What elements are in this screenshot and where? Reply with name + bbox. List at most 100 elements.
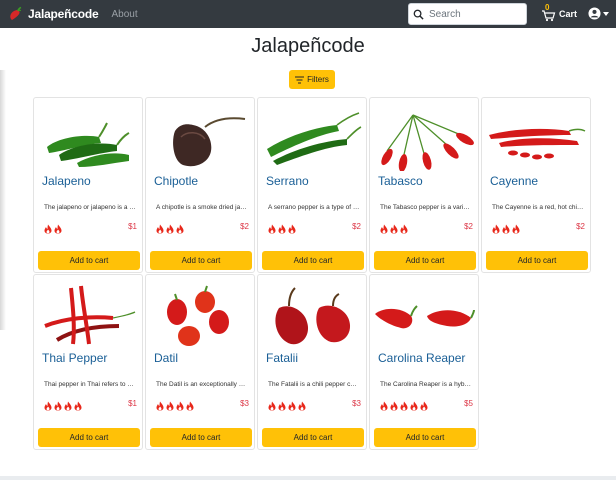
product-card[interactable]: Datil The Datil is an exceptionally hot p…: [145, 274, 255, 450]
account-menu[interactable]: [588, 7, 609, 20]
heat-rating: [44, 398, 84, 411]
flame-icon: [268, 221, 276, 234]
heat-rating: [268, 398, 308, 411]
product-description: A serrano pepper is a type of chili pepp…: [268, 204, 360, 211]
product-price: $2: [464, 222, 473, 231]
flame-icon: [176, 221, 184, 234]
tabasco-photo[interactable]: [373, 101, 475, 172]
serrano-photo[interactable]: [261, 101, 363, 171]
add-to-cart-button[interactable]: Add to cart: [262, 428, 364, 447]
product-price: $3: [240, 399, 249, 408]
product-name-link[interactable]: Datil: [154, 351, 178, 365]
heat-rating: [156, 398, 196, 411]
flame-icon: [54, 221, 62, 234]
page-bottom-edge: [0, 476, 616, 480]
flame-icon: [54, 398, 62, 411]
product-card[interactable]: Chipotle A chipotle is a smoke dried jala…: [145, 97, 255, 273]
thai-pepper-photo[interactable]: [37, 278, 139, 348]
product-price: $2: [240, 222, 249, 231]
add-to-cart-button[interactable]: Add to cart: [38, 428, 140, 447]
flame-icon: [268, 398, 276, 411]
product-card[interactable]: Jalapeno The jalapeno or jalapeno is a me…: [33, 97, 143, 273]
product-card[interactable]: Tabasco The Tabasco pepper is a variety o…: [369, 97, 479, 273]
flame-icon: [288, 398, 296, 411]
add-to-cart-button[interactable]: Add to cart: [374, 428, 476, 447]
carolina-reaper-photo[interactable]: [373, 278, 475, 348]
product-price: $5: [464, 399, 473, 408]
product-description: The jalapeno or jalapeno is a medium-siz…: [44, 204, 136, 211]
add-to-cart-button[interactable]: Add to cart: [374, 251, 476, 270]
cart-button[interactable]: 0 Cart: [541, 3, 578, 24]
add-to-cart-button[interactable]: Add to cart: [38, 251, 140, 270]
product-card[interactable]: Carolina Reaper The Carolina Reaper is a …: [369, 274, 479, 450]
product-card[interactable]: Fatalii The Fatalii is a chili pepper cul…: [257, 274, 367, 450]
datil-photo[interactable]: [149, 278, 251, 348]
flame-icon: [410, 398, 418, 411]
heat-rating: [156, 221, 186, 234]
filters-button[interactable]: Filters: [289, 70, 335, 89]
nav-about-link[interactable]: About: [112, 9, 138, 20]
flame-icon: [502, 221, 510, 234]
search-icon: [413, 9, 424, 20]
product-name-link[interactable]: Thai Pepper: [42, 351, 107, 365]
flame-icon: [400, 221, 408, 234]
brand[interactable]: Jalapeñcode: [7, 6, 99, 22]
brand-name: Jalapeñcode: [28, 7, 99, 21]
heat-rating: [380, 221, 410, 234]
flame-icon: [390, 398, 398, 411]
side-panel-edge: [0, 70, 6, 330]
flame-icon: [166, 398, 174, 411]
product-name-link[interactable]: Chipotle: [154, 174, 198, 188]
chipotle-photo[interactable]: [149, 101, 251, 171]
product-name-link[interactable]: Fatalii: [266, 351, 298, 365]
flame-icon: [64, 398, 72, 411]
add-to-cart-button[interactable]: Add to cart: [150, 428, 252, 447]
flame-icon: [512, 221, 520, 234]
product-description: A chipotle is a smoke dried jalapeno: [156, 204, 248, 211]
cart-count-badge: 0: [545, 3, 550, 12]
product-name-link[interactable]: Cayenne: [490, 174, 538, 188]
product-description: The Datil is an exceptionally hot pepper: [156, 381, 248, 388]
cart-icon-wrap: 0: [541, 3, 556, 22]
chili-logo-icon: [10, 6, 22, 20]
heat-rating: [492, 221, 522, 234]
add-to-cart-button[interactable]: Add to cart: [262, 251, 364, 270]
flame-icon: [186, 398, 194, 411]
flame-icon: [492, 221, 500, 234]
product-name-link[interactable]: Carolina Reaper: [378, 351, 465, 365]
flame-icon: [278, 398, 286, 411]
filter-lines-icon: [295, 76, 305, 83]
heat-rating: [44, 221, 64, 234]
cart-label: Cart: [559, 9, 578, 19]
heat-rating: [268, 221, 298, 234]
product-price: $3: [352, 399, 361, 408]
flame-icon: [420, 398, 428, 411]
add-to-cart-button[interactable]: Add to cart: [150, 251, 252, 270]
flame-icon: [278, 221, 286, 234]
flame-icon: [74, 398, 82, 411]
cayenne-photo[interactable]: [485, 101, 587, 171]
flame-icon: [156, 398, 164, 411]
flame-icon: [156, 221, 164, 234]
jalapeno-photo[interactable]: [37, 101, 139, 171]
product-name-link[interactable]: Tabasco: [378, 174, 423, 188]
product-price: $1: [128, 399, 137, 408]
product-price: $1: [128, 222, 137, 231]
flame-icon: [44, 221, 52, 234]
flame-icon: [380, 221, 388, 234]
product-card[interactable]: Cayenne The Cayenne is a red, hot chili p…: [481, 97, 591, 273]
product-card[interactable]: Serrano A serrano pepper is a type of chi…: [257, 97, 367, 273]
add-to-cart-button[interactable]: Add to cart: [486, 251, 588, 270]
product-name-link[interactable]: Jalapeno: [42, 174, 91, 188]
filters-label: Filters: [307, 75, 329, 84]
product-description: Thai pepper in Thai refers to several ch…: [44, 381, 136, 388]
product-description: The Carolina Reaper is a hybrid chili pe…: [380, 381, 472, 388]
product-description: The Cayenne is a red, hot chili pepper: [492, 204, 584, 211]
search-input[interactable]: [429, 8, 524, 20]
product-name-link[interactable]: Serrano: [266, 174, 309, 188]
search-box[interactable]: [408, 3, 527, 25]
chevron-down-icon: [603, 11, 609, 16]
product-description: The Tabasco pepper is a variety of chili…: [380, 204, 472, 211]
fatalii-photo[interactable]: [261, 278, 363, 348]
product-card[interactable]: Thai Pepper Thai pepper in Thai refers to…: [33, 274, 143, 450]
